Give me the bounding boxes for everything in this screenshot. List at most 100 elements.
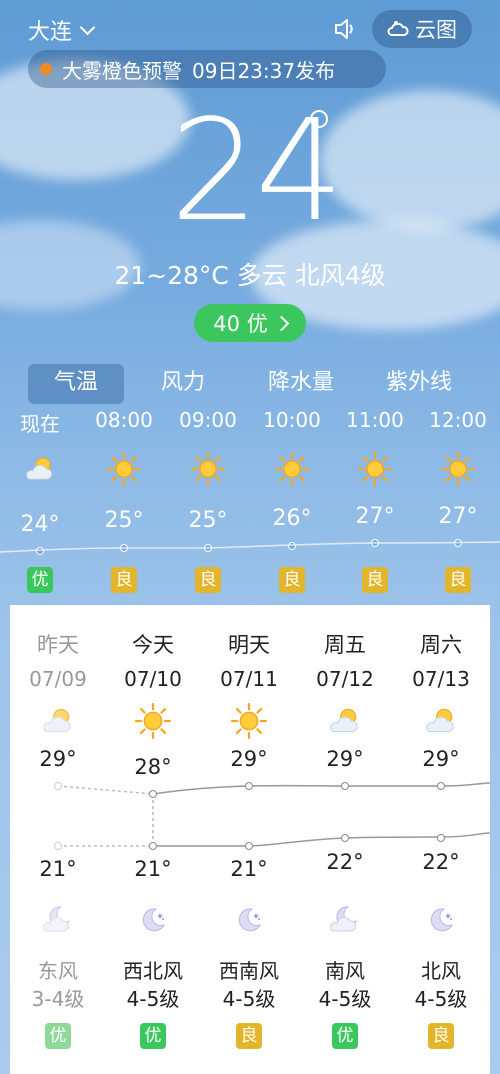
sun-icon bbox=[274, 451, 310, 490]
low-temp-dot bbox=[245, 842, 253, 850]
high-temp-dot bbox=[341, 782, 349, 790]
weather-summary: 21~28°C 多云 北风4级 bbox=[114, 261, 386, 290]
hourly-temp-curve bbox=[0, 541, 500, 553]
wind-direction: 西北风 bbox=[123, 959, 183, 983]
alert-text: 大雾橙色预警 bbox=[62, 58, 182, 83]
hourly-item: 09:00 bbox=[168, 408, 248, 432]
hourly-item: 11:00 bbox=[335, 408, 415, 432]
partly-cloudy-icon bbox=[23, 452, 57, 490]
tab-wind[interactable]: 风力 bbox=[124, 364, 242, 404]
high-temp-dot bbox=[437, 782, 445, 790]
hourly-item: 现在 bbox=[0, 408, 80, 437]
day-wind: 北风 4-5级 bbox=[393, 957, 489, 1013]
day-aqi-badge: 优 bbox=[140, 1023, 166, 1049]
hourly-aqi-badge: 良 bbox=[111, 567, 137, 593]
hourly-time: 现在 bbox=[20, 412, 60, 436]
wind-direction: 西南风 bbox=[219, 959, 279, 983]
hourly-temp: 27° bbox=[355, 504, 395, 529]
tab-precipitation[interactable]: 降水量 bbox=[242, 364, 360, 404]
day-wind: 南风 4-5级 bbox=[297, 957, 393, 1013]
low-temp-dot bbox=[437, 834, 445, 842]
day-wind: 西南风 4-5级 bbox=[201, 957, 297, 1013]
high-temp-dot bbox=[54, 782, 62, 790]
chevron-down-icon bbox=[79, 19, 96, 35]
partly-cloudy-icon bbox=[327, 703, 363, 743]
sun-icon bbox=[106, 451, 142, 490]
cloudy-moon-icon bbox=[41, 903, 75, 941]
alert-time: 09日23:37发布 bbox=[192, 58, 336, 83]
hourly-time: 08:00 bbox=[95, 408, 153, 432]
daily-forecast-card: 昨天 07/09 29° 21° 东风 3-4级 优 今天 07/10 28° … bbox=[10, 605, 490, 1074]
day-name: 今天 bbox=[132, 633, 174, 657]
hourly-time: 10:00 bbox=[263, 408, 321, 432]
city-selector[interactable]: 大连 bbox=[28, 14, 96, 46]
aqi-label: 40 优 bbox=[213, 312, 268, 336]
tab-temperature[interactable]: 气温 bbox=[28, 364, 124, 404]
degree-icon bbox=[310, 110, 328, 128]
moon-stars-icon bbox=[232, 903, 266, 941]
sun-icon bbox=[190, 451, 226, 490]
wind-direction: 东风 bbox=[38, 959, 78, 983]
forecast-tabs: 气温 风力 降水量 紫外线 bbox=[28, 364, 478, 404]
day-name: 昨天 bbox=[37, 633, 79, 657]
hourly-item: 12:00 bbox=[418, 408, 498, 432]
daily-item[interactable]: 明天 07/11 bbox=[201, 629, 297, 691]
cloud-map-button[interactable]: 云图 bbox=[372, 10, 472, 48]
hourly-time: 09:00 bbox=[179, 408, 237, 432]
cloudy-moon-icon bbox=[328, 903, 362, 941]
hourly-aqi-badge: 良 bbox=[195, 567, 221, 593]
day-aqi-badge: 优 bbox=[332, 1023, 358, 1049]
day-date: 07/11 bbox=[220, 667, 278, 691]
low-temp-dot bbox=[149, 842, 157, 850]
day-wind: 东风 3-4级 bbox=[10, 957, 106, 1013]
sun-icon bbox=[230, 702, 268, 743]
aqi-button[interactable]: 40 优 bbox=[194, 304, 306, 342]
moon-stars-icon bbox=[136, 903, 170, 941]
daily-item[interactable]: 今天 07/10 bbox=[105, 629, 201, 691]
day-name: 周六 bbox=[420, 633, 462, 657]
weather-alert[interactable]: 大雾橙色预警 09日23:37发布 bbox=[28, 50, 386, 88]
low-temp-dot bbox=[341, 834, 349, 842]
day-aqi-badge: 优 bbox=[45, 1023, 71, 1049]
low-temp-dot bbox=[54, 842, 62, 850]
sun-icon bbox=[357, 451, 393, 490]
weather-page: 大连 云图 大雾橙色预警 09日23:37发布 24 21~28°C 多云 北风… bbox=[0, 0, 500, 1074]
wind-level: 4-5级 bbox=[126, 987, 180, 1011]
moon-stars-icon bbox=[424, 903, 458, 941]
alert-dot-icon bbox=[40, 63, 52, 75]
wind-level: 4-5级 bbox=[222, 987, 276, 1011]
hourly-time: 12:00 bbox=[429, 408, 487, 432]
daily-item[interactable]: 周五 07/12 bbox=[297, 629, 393, 691]
day-wind: 西北风 4-5级 bbox=[105, 957, 201, 1013]
sun-icon bbox=[134, 702, 172, 743]
wind-level: 4-5级 bbox=[414, 987, 468, 1011]
day-aqi-badge: 良 bbox=[236, 1023, 262, 1049]
sun-icon bbox=[440, 451, 476, 490]
wind-level: 3-4级 bbox=[31, 987, 85, 1011]
background-cloud bbox=[320, 90, 500, 230]
partly-cloudy-icon bbox=[423, 703, 459, 743]
day-date: 07/13 bbox=[412, 667, 470, 691]
cloud-map-label: 云图 bbox=[415, 18, 457, 42]
daily-item[interactable]: 周六 07/13 bbox=[393, 629, 489, 691]
tab-uv[interactable]: 紫外线 bbox=[360, 364, 478, 404]
day-name: 明天 bbox=[228, 633, 270, 657]
day-date: 07/09 bbox=[29, 667, 87, 691]
high-temp-dot bbox=[245, 782, 253, 790]
hourly-aqi-badge: 良 bbox=[279, 567, 305, 593]
hourly-item: 10:00 bbox=[252, 408, 332, 432]
wind-level: 4-5级 bbox=[318, 987, 372, 1011]
hourly-temp: 26° bbox=[272, 506, 312, 531]
wind-direction: 南风 bbox=[325, 959, 365, 983]
city-name: 大连 bbox=[28, 20, 73, 45]
hourly-temp: 27° bbox=[438, 504, 478, 529]
hourly-item: 08:00 bbox=[84, 408, 164, 432]
hourly-aqi-badge: 良 bbox=[362, 567, 388, 593]
hourly-time: 11:00 bbox=[346, 408, 404, 432]
hourly-aqi-badge: 优 bbox=[27, 567, 53, 593]
day-date: 07/10 bbox=[124, 667, 182, 691]
day-name: 周五 bbox=[324, 633, 366, 657]
high-temp-dot bbox=[149, 790, 157, 798]
daily-item[interactable]: 昨天 07/09 bbox=[10, 629, 106, 691]
speaker-icon[interactable] bbox=[332, 16, 358, 42]
